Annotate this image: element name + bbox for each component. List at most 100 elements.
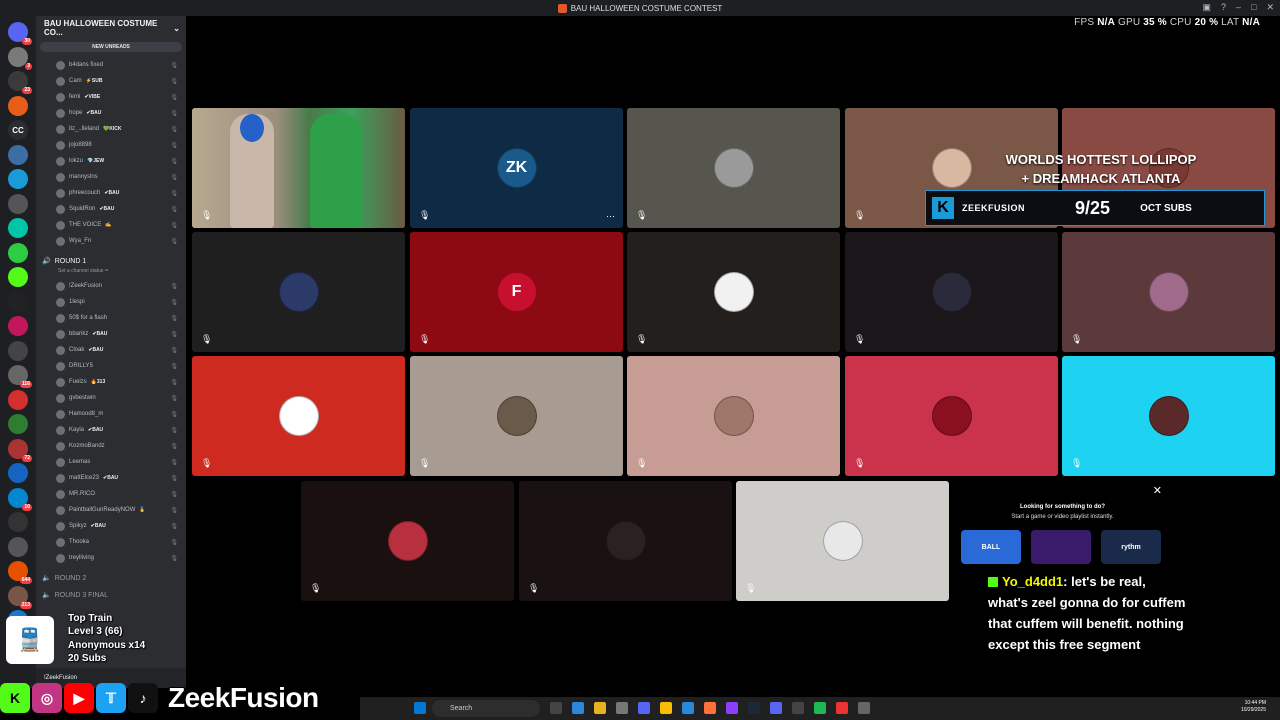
video-tile[interactable]: 🎙	[845, 356, 1058, 476]
server-icon[interactable]	[8, 389, 28, 410]
inbox-icon[interactable]: ▣	[1202, 2, 1211, 13]
voice-member[interactable]: itz_..lleland 💚KICK 🎙	[56, 123, 184, 135]
edge-icon[interactable]	[572, 702, 584, 714]
server-icon[interactable]	[8, 144, 28, 165]
server-icon[interactable]: CC	[8, 120, 28, 140]
voice-member[interactable]: Spikyz ✔BAU 🎙	[56, 520, 184, 532]
taskbar-clock[interactable]: 10:44 PM 10/29/2025	[1241, 700, 1266, 714]
app-icon[interactable]	[616, 702, 628, 714]
discord-icon-2[interactable]	[770, 702, 782, 714]
video-tile[interactable]: 🎙	[192, 232, 405, 352]
channel-status[interactable]: Set a channel status ✏	[58, 268, 109, 274]
task-view-icon[interactable]	[550, 702, 562, 714]
server-icon[interactable]	[8, 193, 28, 214]
voice-member[interactable]: KozmoBandz 🎙	[56, 440, 184, 452]
server-header[interactable]: BAU HALLOWEEN COSTUME CO... ⌄	[36, 16, 186, 40]
activity-card-game[interactable]	[1031, 530, 1091, 564]
discord-home-icon[interactable]: 30	[8, 22, 32, 45]
discord-taskbar-icon[interactable]	[638, 702, 650, 714]
voice-member[interactable]: PaintballGunReadyNOW 🥇 🎙	[56, 504, 184, 516]
kick-icon[interactable]	[8, 267, 28, 287]
video-tile[interactable]: 🎙	[736, 481, 949, 601]
server-icon[interactable]: 213	[8, 585, 32, 609]
server-icon[interactable]: 116	[8, 365, 32, 388]
new-unreads-pill[interactable]: NEW UNREADS	[40, 42, 182, 52]
voice-channel-round-2[interactable]: 🔈 ROUND 2	[42, 572, 86, 584]
voice-member[interactable]: Wya_Fn 🎙	[56, 235, 184, 247]
voice-member[interactable]: Cloak ✔BAU 🎙	[56, 344, 184, 356]
server-icon[interactable]	[8, 414, 28, 434]
server-icon[interactable]: 10	[8, 487, 32, 511]
voice-member[interactable]: Leemas 🎙	[56, 456, 184, 468]
server-icon[interactable]	[8, 340, 28, 361]
voice-member[interactable]: jojo8898 🎙	[56, 139, 184, 151]
voice-member[interactable]: DRILLY5 🎙	[56, 360, 184, 372]
taskbar-search[interactable]: Search	[432, 700, 540, 717]
voice-member[interactable]: 1lespi 🎙	[56, 296, 184, 308]
server-icon[interactable]	[8, 242, 28, 263]
video-tile[interactable]: F 🎙	[410, 232, 623, 352]
video-tile[interactable]: 🎙	[627, 232, 840, 352]
file-explorer-icon[interactable]	[594, 702, 606, 714]
voice-member[interactable]: mannyslns 🎙	[56, 171, 184, 183]
maximize-button[interactable]: □	[1251, 2, 1256, 13]
video-tile[interactable]: 🎙	[1062, 356, 1275, 476]
voice-channel-round-1[interactable]: 🔊 ROUND 1	[42, 255, 86, 267]
voice-member[interactable]: Thooka 🎙	[56, 536, 184, 548]
voice-member[interactable]: THE VOICE ✍ 🎙	[56, 219, 184, 231]
voice-member[interactable]: 50$ for a flash 🎙	[56, 312, 184, 324]
voice-member[interactable]: MR.RICO 🎙	[56, 488, 184, 500]
browser-icon[interactable]	[682, 702, 694, 714]
spotify-icon[interactable]	[814, 702, 826, 714]
help-icon[interactable]: ?	[1221, 2, 1226, 13]
activity-card-ball[interactable]: BALL	[961, 530, 1021, 564]
server-icon[interactable]: 3	[8, 46, 32, 70]
voice-member[interactable]: SquidRon ✔BAU 🎙	[56, 203, 184, 215]
video-tile[interactable]: 🎙	[192, 356, 405, 476]
server-icon[interactable]	[8, 316, 28, 336]
voice-member[interactable]: b4dans fixed 🎙	[56, 59, 184, 71]
chrome-icon[interactable]	[660, 702, 672, 714]
voice-member[interactable]: !ZeekFusion 🎙	[56, 280, 184, 292]
voice-member[interactable]: bbankz ✔BAU 🎙	[56, 328, 184, 340]
firefox-icon[interactable]	[704, 702, 716, 714]
voice-member[interactable]: treylliving 🎙	[56, 552, 184, 564]
voice-member[interactable]: gvbestwin 🎙	[56, 392, 184, 404]
video-tile[interactable]: 🎙	[192, 108, 405, 228]
app-icon-2[interactable]	[836, 702, 848, 714]
server-icon[interactable]	[8, 536, 28, 557]
video-tile[interactable]: 🎙	[845, 232, 1058, 352]
voice-member[interactable]: mattElce23 ✔BAU 🎙	[56, 472, 184, 484]
video-tile[interactable]: 🎙	[627, 356, 840, 476]
windows-start-icon[interactable]	[414, 702, 426, 714]
voice-member[interactable]: Cam ⚡SUB 🎙	[56, 75, 184, 87]
server-icon[interactable]: 23	[8, 71, 32, 94]
vs-icon[interactable]	[726, 702, 738, 714]
server-icon[interactable]	[8, 218, 28, 238]
activity-card-rythm[interactable]: rythm	[1101, 530, 1161, 564]
voice-member[interactable]: Kayla ✔BAU 🎙	[56, 424, 184, 436]
close-icon[interactable]: ✕	[1153, 484, 1162, 497]
video-tile[interactable]: 🎙	[410, 356, 623, 476]
server-icon[interactable]: 644	[8, 561, 32, 584]
obs-icon[interactable]	[792, 702, 804, 714]
voice-member[interactable]: phreecouch ✔BAU 🎙	[56, 187, 184, 199]
server-icon[interactable]: 72	[8, 438, 32, 462]
server-icon[interactable]	[8, 95, 28, 116]
voice-member[interactable]: Hamood8_m 🎙	[56, 408, 184, 420]
voice-member[interactable]: femi ✔VIBE 🎙	[56, 91, 184, 103]
steam-icon[interactable]	[748, 702, 760, 714]
video-tile[interactable]: ZK 🎙 ⋯	[410, 108, 623, 228]
server-icon[interactable]	[8, 463, 28, 483]
server-icon[interactable]	[8, 512, 28, 532]
video-tile[interactable]: 🎙	[519, 481, 732, 601]
more-options-icon[interactable]: ⋯	[606, 211, 615, 222]
voice-member[interactable]: hope ✔BAU 🎙	[56, 107, 184, 119]
video-tile[interactable]: 🎙	[627, 108, 840, 228]
video-tile[interactable]: 🎙	[301, 481, 514, 601]
close-window-button[interactable]: ✕	[1266, 2, 1274, 13]
minimize-button[interactable]: –	[1236, 2, 1241, 13]
settings-gear-icon[interactable]	[858, 702, 870, 714]
server-icon[interactable]	[8, 291, 28, 312]
voice-member[interactable]: lokzu 💎JEW 🎙	[56, 155, 184, 167]
